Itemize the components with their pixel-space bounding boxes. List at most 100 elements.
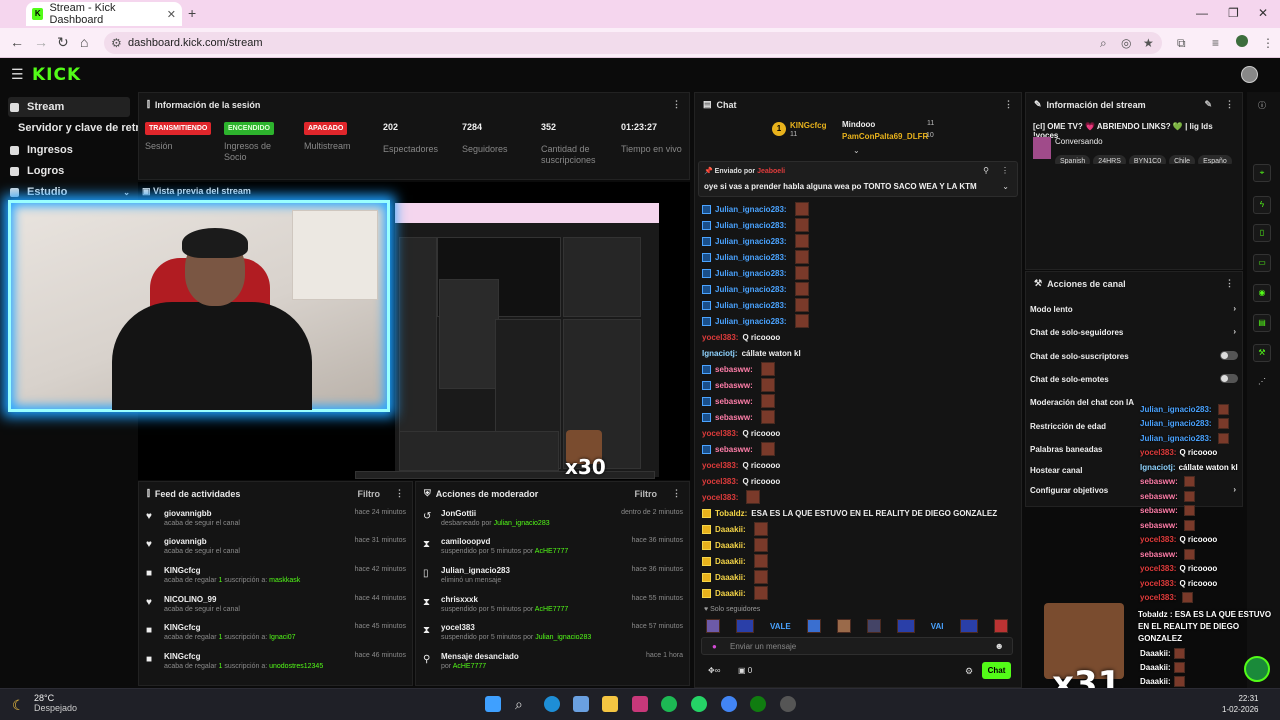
emotes-only-toggle[interactable] <box>1220 374 1238 383</box>
chat-settings-icon[interactable]: ⚙ <box>965 666 973 677</box>
emote-icon[interactable] <box>866 619 881 633</box>
sidebar-item-ingresos[interactable]: Ingresos <box>8 140 130 160</box>
tag[interactable]: Españo <box>1198 155 1232 164</box>
more-options-icon[interactable]: ⋮ <box>1004 99 1013 110</box>
more-options-icon[interactable]: ⋮ <box>1225 278 1234 289</box>
gifter-name[interactable]: PamConPalta69_DLFR <box>842 132 928 141</box>
file-explorer-icon[interactable] <box>602 696 618 712</box>
new-tab-icon[interactable]: + <box>188 5 196 21</box>
browser-menu-icon[interactable]: ⋮ <box>1262 36 1274 50</box>
extensions-icon[interactable]: ⧉ <box>1177 36 1186 51</box>
chat-username[interactable]: Julian_ignacio283: <box>715 285 787 294</box>
more-options-icon[interactable]: ⋮ <box>672 488 681 499</box>
action-subscribers-only[interactable]: Chat de solo-suscriptores <box>1030 351 1238 361</box>
home-icon[interactable]: ⌂ <box>80 34 88 50</box>
pinned-menu-icon[interactable]: ⋮ <box>1001 166 1009 175</box>
chat-username[interactable]: Julian_ignacio283: <box>715 301 787 310</box>
sidebar-item-server[interactable]: Servidor y clave de retransmisión <box>16 118 138 138</box>
chat-username[interactable]: yocel383: <box>702 429 738 438</box>
chat-username[interactable]: Julian_ignacio283: <box>715 205 787 214</box>
chat-username[interactable]: Tobaldz: <box>715 509 747 518</box>
rail-layout-icon[interactable]: ▤ <box>1253 314 1271 332</box>
top-gifter-name[interactable]: KINGcfcg <box>790 121 826 130</box>
chat-username[interactable]: sebasww: <box>715 365 753 374</box>
chat-username[interactable]: Daaakii: <box>715 541 746 550</box>
chat-username[interactable]: Daaakii: <box>715 525 746 534</box>
emote-icon[interactable] <box>806 619 821 633</box>
overlay-refresh-icon[interactable] <box>1244 656 1270 682</box>
sidebar-item-stream[interactable]: Stream <box>8 97 130 117</box>
gifter-name[interactable]: Mindooo <box>842 120 875 129</box>
store-icon[interactable] <box>573 696 589 712</box>
emote-icon[interactable] <box>993 619 1008 633</box>
chat-username[interactable]: Julian_ignacio283: <box>715 253 787 262</box>
xbox-icon[interactable] <box>750 696 766 712</box>
weather-widget[interactable]: ☾ 28°C Despejado <box>8 693 77 713</box>
action-slow-mode[interactable]: Modo lento › <box>1030 304 1238 314</box>
forward-icon[interactable]: → <box>34 34 48 50</box>
minimize-icon[interactable]: — <box>1196 6 1208 20</box>
send-chat-button[interactable]: Chat <box>982 662 1011 679</box>
emote-text[interactable]: VAI <box>931 622 944 631</box>
unpin-icon[interactable]: ⚲ <box>983 166 989 175</box>
chat-username[interactable]: yocel383: <box>702 333 738 342</box>
chat-username[interactable]: Julian_ignacio283: <box>715 317 787 326</box>
emote-icon[interactable] <box>736 619 754 633</box>
zoom-icon[interactable]: ⌕ <box>1100 36 1107 51</box>
emote-icon[interactable] <box>836 619 851 633</box>
sidebar-item-logros[interactable]: Logros <box>8 161 130 181</box>
kick-logo[interactable]: KICK <box>32 65 81 85</box>
rail-wrench-icon[interactable]: ⚒ <box>1253 344 1271 362</box>
reload-icon[interactable]: ↻ <box>57 34 69 51</box>
hamburger-menu-icon[interactable]: ☰ <box>11 66 24 83</box>
user-avatar[interactable] <box>1241 66 1258 83</box>
chat-username[interactable]: Daaakii: <box>715 589 746 598</box>
chat-username[interactable]: sebasww: <box>715 445 753 454</box>
mic-icon[interactable]: ● <box>712 642 717 651</box>
rail-share-icon[interactable]: ⋰ <box>1253 374 1271 392</box>
emote-text[interactable]: VALE <box>770 622 791 631</box>
subscribers-only-toggle[interactable] <box>1220 351 1238 360</box>
spotify-icon[interactable] <box>661 696 677 712</box>
chat-username[interactable]: Julian_ignacio283: <box>715 221 787 230</box>
rail-chat-icon[interactable]: ▭ <box>1253 254 1271 272</box>
chat-username[interactable]: sebasww: <box>715 381 753 390</box>
media-control-icon[interactable]: ≡ <box>1212 36 1219 50</box>
action-emotes-only[interactable]: Chat de solo-emotes <box>1030 374 1238 384</box>
edge-icon[interactable] <box>544 696 560 712</box>
tag[interactable]: Spanish <box>1055 155 1091 164</box>
maximize-icon[interactable]: ❐ <box>1228 6 1239 20</box>
rail-doc-icon[interactable]: ▯ <box>1253 224 1271 242</box>
tag[interactable]: Chile <box>1169 155 1196 164</box>
emoji-icon[interactable]: ☻ <box>995 641 1004 651</box>
filter-button[interactable]: Filtro <box>358 489 381 499</box>
chat-username[interactable]: Ignaciotj: <box>702 349 738 358</box>
chat-username[interactable]: yocel383: <box>702 477 738 486</box>
taskbar-clock[interactable]: 22:31 1-02-2026 <box>1222 693 1258 715</box>
chat-input[interactable]: ● Enviar un mensaje ☻ <box>701 637 1013 655</box>
start-icon[interactable] <box>485 696 501 712</box>
points-icon[interactable]: ✥∞ <box>708 666 720 675</box>
obs-icon[interactable] <box>780 696 796 712</box>
tag[interactable]: 24HRS <box>1093 155 1126 164</box>
search-icon[interactable]: ⌕ <box>515 696 531 712</box>
chat-username[interactable]: Julian_ignacio283: <box>715 269 787 278</box>
bookmark-star-icon[interactable]: ★ <box>1143 36 1154 50</box>
info-icon[interactable]: ⓘ <box>1253 98 1271 116</box>
category-name[interactable]: Conversando <box>1055 137 1103 146</box>
edit-pencil-icon[interactable]: ✎ <box>1204 99 1212 110</box>
chrome-icon[interactable] <box>721 696 737 712</box>
more-options-icon[interactable]: ⋮ <box>1225 99 1234 110</box>
site-info-icon[interactable]: ⚙ <box>111 36 122 50</box>
emote-icon[interactable] <box>959 619 978 633</box>
rail-target-icon[interactable]: ⌖ <box>1253 164 1271 182</box>
chat-username[interactable]: Daaakii: <box>715 573 746 582</box>
whatsapp-icon[interactable] <box>691 696 707 712</box>
expand-leaderboard-icon[interactable]: ⌄ <box>853 146 860 155</box>
tag[interactable]: BYN1C0 <box>1128 155 1167 164</box>
snip-icon[interactable] <box>632 696 648 712</box>
chat-username[interactable]: yocel383: <box>702 493 738 502</box>
emote-icon[interactable] <box>706 619 720 633</box>
more-options-icon[interactable]: ⋮ <box>395 488 404 499</box>
emote-icon[interactable] <box>896 619 915 633</box>
